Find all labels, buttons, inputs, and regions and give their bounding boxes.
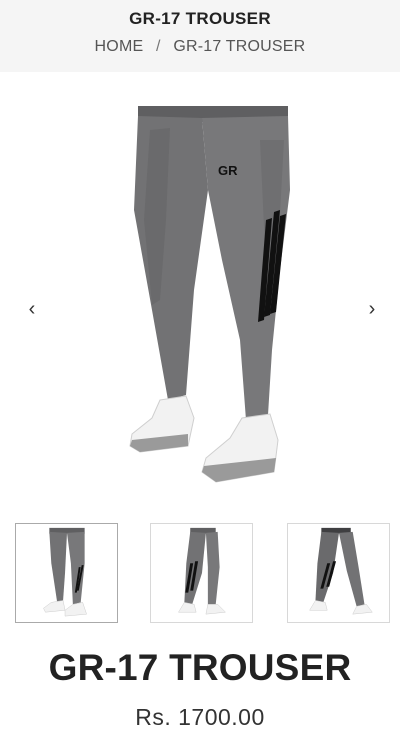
chevron-left-icon[interactable]: ‹ [20,297,44,321]
chevron-right-icon[interactable]: › [360,297,384,321]
breadcrumb-current: GR-17 TROUSER [173,38,306,55]
product-price: Rs. 1700.00 [135,704,265,730]
thumbnail-front-view[interactable] [15,523,118,623]
brand-logo: GR [218,163,238,178]
thumbnail-strip [0,523,400,623]
product-gallery: ‹ › GR [0,72,400,512]
thumbnail-image [309,527,373,615]
thumbnail-side-view[interactable] [150,523,253,623]
thumbnail-back-side-view[interactable] [287,523,390,623]
product-main-image[interactable]: GR [90,100,310,500]
breadcrumb-home-link[interactable]: HOME [95,38,144,55]
page-title: GR-17 TROUSER [129,9,271,28]
breadcrumb: HOME / GR-17 TROUSER [0,38,400,56]
thumbnail-image [178,527,227,615]
page-header: GR-17 TROUSER HOME / GR-17 TROUSER [0,0,400,72]
breadcrumb-separator: / [156,38,161,55]
thumbnail-image [43,527,87,617]
product-name: GR-17 TROUSER [48,647,352,688]
